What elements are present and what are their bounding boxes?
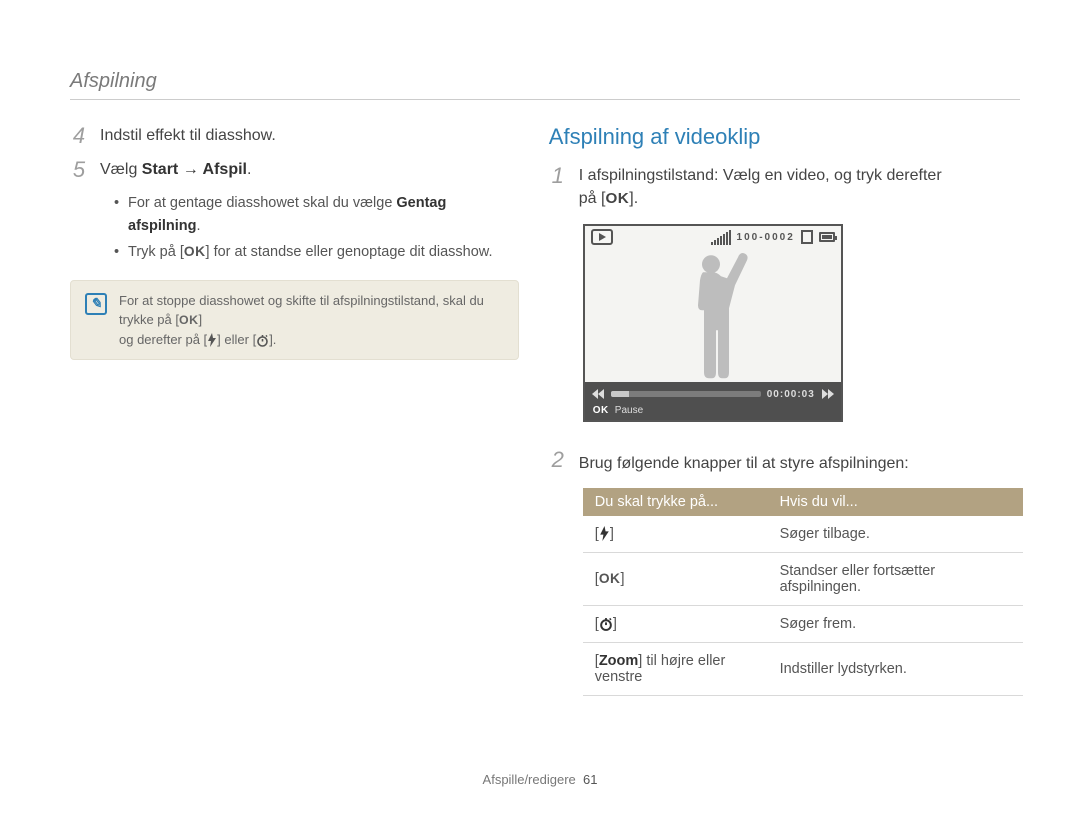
step1-line1: I afspilningstilstand: Vælg en video, og… xyxy=(579,167,942,184)
step-number: 2 xyxy=(549,448,567,472)
note-line2-post: ]. xyxy=(269,332,276,347)
video-preview-illustration: 100-0002 00:00:03 xyxy=(583,224,843,422)
bullet-post: ] for at standse eller genoptage dit dia… xyxy=(206,244,493,260)
step-text: Indstil effekt til diasshow. xyxy=(100,124,276,147)
table-header-row: Du skal trykke på... Hvis du vil... xyxy=(583,488,1023,516)
step-2: 2 Brug følgende knapper til at styre afs… xyxy=(549,448,1020,475)
action-cell: Søger tilbage. xyxy=(768,516,1023,553)
manual-page: Afspilning 4 Indstil effekt til diasshow… xyxy=(0,0,1080,815)
video-bottom-bar: 00:00:03 OK Pause xyxy=(585,382,841,420)
key-cell: [] xyxy=(583,605,768,642)
table-row: [OK] Standser eller fortsætter afspilnin… xyxy=(583,552,1023,605)
memory-card-icon xyxy=(801,230,813,244)
forward-icon xyxy=(821,387,835,401)
step5-pre: Vælg xyxy=(100,161,142,178)
step-number: 1 xyxy=(549,164,567,188)
zoom-key-label: Zoom xyxy=(599,653,638,669)
header-rule xyxy=(70,99,1020,100)
flash-key-icon xyxy=(207,333,217,347)
th-action: Hvis du vil... xyxy=(768,488,1023,516)
step5-bullets: For at gentage diasshowet skal du vælge … xyxy=(114,192,519,263)
page-number: 61 xyxy=(583,772,597,787)
bullet-item: Tryk på [OK] for at standse eller genopt… xyxy=(114,241,519,263)
subheading: Afspilning af videoklip xyxy=(549,124,1020,150)
key-cell: [Zoom] til højre eller venstre xyxy=(583,642,768,695)
controls-table: Du skal trykke på... Hvis du vil... [] S… xyxy=(583,488,1023,696)
bracket-close: ] xyxy=(610,526,614,542)
bullet-item: For at gentage diasshowet skal du vælge … xyxy=(114,192,519,237)
step-text: I afspilningstilstand: Vælg en video, og… xyxy=(579,164,942,210)
ok-key-icon: OK xyxy=(179,313,199,327)
play-mode-badge-icon xyxy=(591,229,613,245)
bullet-pre: Tryk på [ xyxy=(128,244,184,260)
step-text: Brug følgende knapper til at styre afspi… xyxy=(579,452,909,475)
action-cell: Indstiller lydstyrken. xyxy=(768,642,1023,695)
page-footer: Afspille/redigere 61 xyxy=(0,772,1080,787)
ok-pause-hint: OK Pause xyxy=(591,403,835,416)
bracket-close: ] xyxy=(620,571,624,587)
flash-key-icon xyxy=(599,526,610,541)
note-text: For at stoppe diasshowet og skifte til a… xyxy=(119,291,504,350)
table-row: [] Søger tilbage. xyxy=(583,516,1023,553)
th-press: Du skal trykke på... xyxy=(583,488,768,516)
key-cell: [OK] xyxy=(583,552,768,605)
action-cell: Standser eller fortsætter afspilningen. xyxy=(768,552,1023,605)
file-index-label: 100-0002 xyxy=(737,232,795,243)
left-column: 4 Indstil effekt til diasshow. 5 Vælg St… xyxy=(70,124,519,696)
person-silhouette-icon xyxy=(673,251,753,381)
note-line1-post: ] xyxy=(198,312,202,327)
two-column-layout: 4 Indstil effekt til diasshow. 5 Vælg St… xyxy=(70,124,1020,696)
step1-line2-post: ]. xyxy=(629,190,638,207)
step5-bold: Start → Afspil xyxy=(142,161,247,178)
bullet-pre: For at gentage diasshowet skal du vælge xyxy=(128,195,396,211)
step-number: 5 xyxy=(70,158,88,182)
volume-bars-icon xyxy=(711,230,731,245)
video-top-bar: 100-0002 xyxy=(585,226,841,248)
section-header: Afspilning xyxy=(70,70,1020,93)
video-top-right: 100-0002 xyxy=(711,230,835,245)
table-row: [] Søger frem. xyxy=(583,605,1023,642)
timer-key-icon xyxy=(256,334,269,347)
note-line1-pre: For at stoppe diasshowet og skifte til a… xyxy=(119,293,484,328)
note-box: ✎ For at stoppe diasshowet og skifte til… xyxy=(70,280,519,361)
step-text: Vælg Start → Afspil. xyxy=(100,158,251,181)
ok-key-icon: OK xyxy=(605,190,629,207)
ok-key-icon: OK xyxy=(599,571,621,586)
right-column: Afspilning af videoklip 1 I afspilningst… xyxy=(549,124,1020,696)
bracket-close: ] xyxy=(613,616,617,632)
elapsed-time: 00:00:03 xyxy=(767,389,815,400)
progress-bar xyxy=(611,391,761,397)
rewind-icon xyxy=(591,387,605,401)
note-line2-mid: ] eller [ xyxy=(217,332,256,347)
bullet-post: . xyxy=(196,218,200,234)
ok-key-icon: OK xyxy=(593,405,609,416)
step-5: 5 Vælg Start → Afspil. xyxy=(70,158,519,182)
battery-icon xyxy=(819,232,835,242)
step5-post: . xyxy=(247,161,251,178)
step-number: 4 xyxy=(70,124,88,148)
table-row: [Zoom] til højre eller venstre Indstille… xyxy=(583,642,1023,695)
note-line2-pre: og derefter på [ xyxy=(119,332,207,347)
step-1: 1 I afspilningstilstand: Vælg en video, … xyxy=(549,164,1020,210)
ok-key-icon: OK xyxy=(184,244,206,259)
key-cell: [] xyxy=(583,516,768,553)
step-4: 4 Indstil effekt til diasshow. xyxy=(70,124,519,148)
footer-label: Afspille/redigere xyxy=(483,772,576,787)
note-icon: ✎ xyxy=(85,293,107,315)
step1-line2-pre: på [ xyxy=(579,190,606,207)
progress-row: 00:00:03 xyxy=(591,385,835,403)
timer-key-icon xyxy=(599,617,613,631)
action-cell: Søger frem. xyxy=(768,605,1023,642)
pause-label: Pause xyxy=(615,405,643,416)
